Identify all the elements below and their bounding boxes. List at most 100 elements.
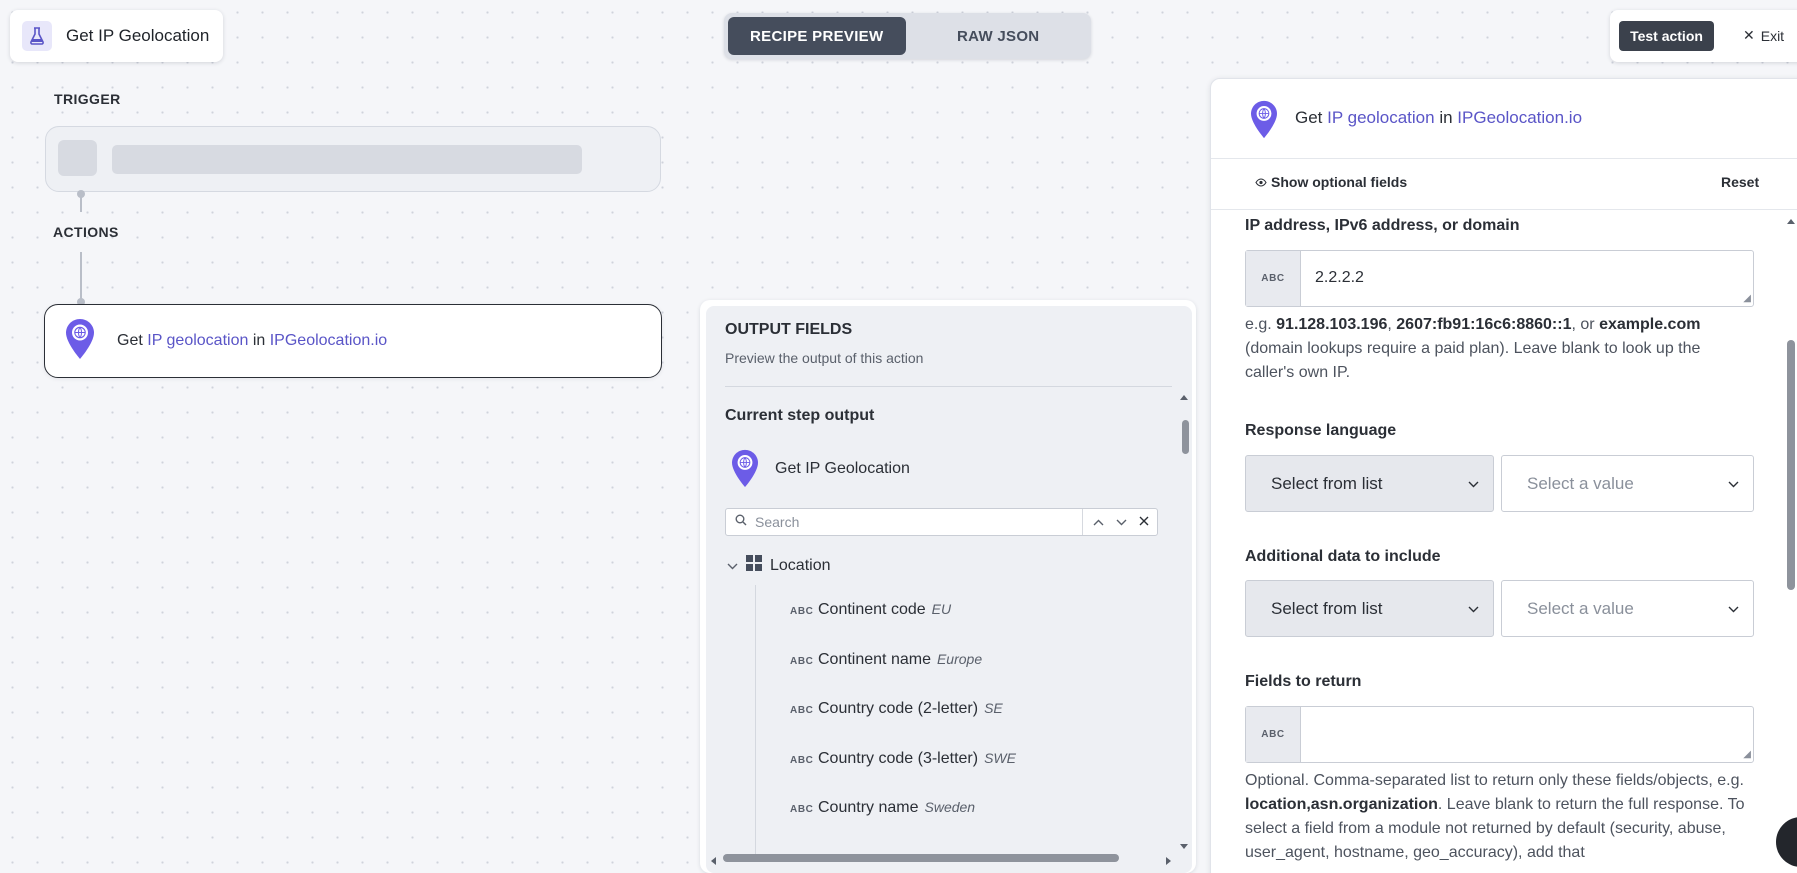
output-field-value: Europe [936, 651, 983, 667]
chevron-down-icon [1728, 476, 1739, 491]
fields-to-return-label: Fields to return [1245, 673, 1362, 690]
response-language-mode-select[interactable]: Select from list [1245, 455, 1494, 512]
heading-connector-word: in [1439, 108, 1453, 127]
search-input[interactable]: Search [755, 514, 1082, 530]
current-step-label: Current step output [725, 407, 875, 424]
test-action-button[interactable]: Test action [1619, 21, 1714, 51]
hint-separator: , [1387, 316, 1392, 333]
tab-recipe-preview[interactable]: RECIPE PREVIEW [728, 17, 906, 55]
scroll-down-arrow-icon[interactable] [1179, 838, 1189, 856]
resize-handle-icon[interactable]: ◢ [1743, 749, 1751, 760]
value-select-placeholder: Select a value [1527, 473, 1634, 493]
reset-button[interactable]: Reset [1721, 174, 1759, 190]
mode-select-value: Select from list [1271, 473, 1383, 493]
scroll-up-arrow-icon[interactable] [1786, 212, 1796, 230]
output-field-row[interactable]: ABC Continent name Europe [790, 651, 982, 669]
chevron-down-icon [1468, 476, 1479, 491]
heading-app-link[interactable]: IPGeolocation.io [1457, 108, 1582, 127]
string-type-tag: ABC [790, 804, 814, 815]
exit-button[interactable]: ✕ Exit [1743, 27, 1784, 44]
heading-verb: Get [1295, 108, 1323, 127]
string-type-tag: ABC [790, 606, 814, 617]
chevron-down-icon[interactable] [1116, 513, 1127, 531]
config-panel-scrollbar[interactable] [1787, 340, 1795, 590]
close-icon: ✕ [1743, 27, 1755, 43]
fields-to-return-hint: Optional. Comma-separated list to return… [1245, 769, 1745, 865]
fields-to-return-value [1301, 707, 1315, 762]
chevron-down-icon [1468, 601, 1479, 616]
scroll-left-arrow-icon[interactable] [709, 853, 717, 871]
connector-line [80, 194, 82, 212]
action-object-link: IP geolocation [147, 332, 249, 349]
resize-handle-icon[interactable]: ◢ [1743, 293, 1751, 304]
action-app-link: IPGeolocation.io [269, 332, 388, 349]
connector-line [80, 252, 82, 300]
action-connector-word: in [252, 332, 266, 349]
response-language-value-select[interactable]: Select a value [1501, 455, 1754, 512]
hint-prefix: Optional. Comma-separated list to return… [1245, 772, 1744, 789]
chevron-down-icon [1728, 601, 1739, 616]
hint-example: example.com [1599, 316, 1701, 333]
chevron-up-icon[interactable] [1093, 513, 1104, 531]
search-icon [735, 513, 747, 531]
fields-to-return-field[interactable]: ABC ◢ [1245, 706, 1754, 763]
eye-icon [1255, 174, 1267, 190]
output-field-value: EU [931, 601, 952, 617]
additional-data-label: Additional data to include [1245, 548, 1441, 565]
value-select-placeholder: Select a value [1527, 598, 1634, 618]
output-fields-subtitle: Preview the output of this action [725, 350, 924, 366]
string-type-tag: ABC [790, 755, 814, 766]
output-horizontal-scrollbar[interactable] [723, 854, 1119, 862]
heading-object-link[interactable]: IP geolocation [1327, 108, 1434, 127]
hint-example: 2607:fb91:16c6:8860::1 [1396, 316, 1572, 333]
additional-data-value-select[interactable]: Select a value [1501, 580, 1754, 637]
show-optional-fields-button[interactable]: Show optional fields [1255, 174, 1407, 190]
output-field-label: Continent code [818, 601, 926, 618]
scroll-up-arrow-icon[interactable] [1179, 388, 1189, 406]
scroll-right-arrow-icon[interactable] [1165, 853, 1173, 871]
location-group-row[interactable]: Location [727, 555, 831, 576]
trigger-icon-placeholder [58, 140, 97, 176]
output-field-row[interactable]: ABC Country code (2-letter) SE [790, 700, 1003, 718]
recipe-title: Get IP Geolocation [66, 26, 210, 45]
tab-raw-json[interactable]: RAW JSON [910, 17, 1088, 55]
clear-search-icon[interactable] [1139, 513, 1149, 531]
string-type-tag: ABC [790, 705, 814, 716]
trigger-text-placeholder [112, 145, 582, 174]
actions-section-label: ACTIONS [53, 224, 119, 240]
string-type-tag: ABC [790, 656, 814, 667]
output-field-row[interactable]: ABC Country code (3-letter) SWE [790, 750, 1016, 768]
action-step-card[interactable]: Get IP geolocation in IPGeolocation.io [44, 304, 662, 378]
recipe-title-card: Get IP Geolocation [10, 10, 223, 62]
location-pin-icon [731, 449, 759, 493]
object-grid-icon [746, 555, 762, 576]
search-tools [1082, 509, 1157, 535]
ip-address-field[interactable]: ABC 2.2.2.2 ◢ [1245, 250, 1754, 307]
output-fields-title: OUTPUT FIELDS [725, 321, 853, 338]
output-field-label: Country name [818, 799, 919, 816]
additional-data-mode-select[interactable]: Select from list [1245, 580, 1494, 637]
flask-icon [22, 21, 52, 51]
output-field-label: Continent name [818, 651, 931, 668]
action-step-title: Get IP geolocation in IPGeolocation.io [117, 332, 387, 350]
trigger-section-label: TRIGGER [54, 91, 121, 107]
hint-separator: , or [1571, 316, 1595, 333]
output-field-label: Country code (2-letter) [818, 700, 979, 717]
output-field-row[interactable]: ABC Continent code EU [790, 601, 951, 619]
output-field-value: SE [984, 700, 1003, 716]
hint-example: location,asn.organization [1245, 796, 1438, 813]
output-field-value: SWE [984, 750, 1016, 766]
divider [1211, 209, 1797, 210]
hint-suffix: (domain lookups require a paid plan). Le… [1245, 340, 1701, 381]
output-field-value: Sweden [924, 799, 976, 815]
ip-field-label: IP address, IPv6 address, or domain [1245, 217, 1520, 234]
ip-address-value: 2.2.2.2 [1315, 269, 1364, 286]
output-field-row[interactable]: ABC Country name Sweden [790, 799, 975, 817]
divider [725, 386, 1172, 387]
config-panel-heading: Get IP geolocation in IPGeolocation.io [1295, 108, 1582, 128]
location-group-label: Location [770, 556, 831, 574]
view-toggle: RECIPE PREVIEW RAW JSON [724, 13, 1091, 59]
ip-field-hint: e.g. 91.128.103.196, 2607:fb91:16c6:8860… [1245, 313, 1745, 385]
location-pin-icon [1250, 100, 1278, 144]
output-vertical-scrollbar[interactable] [1182, 420, 1189, 454]
